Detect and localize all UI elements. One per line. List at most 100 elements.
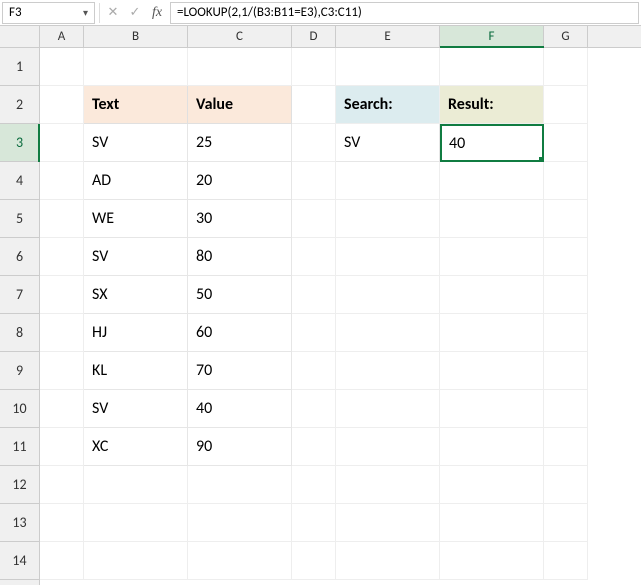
row-header-4[interactable]: 4 [0,162,39,200]
table-row-text[interactable]: XC [84,428,188,466]
cell-G3[interactable] [544,124,588,162]
cell-A3[interactable] [40,124,84,162]
cell-G2[interactable] [544,86,588,124]
cell-A11[interactable] [40,428,84,466]
search-value-cell[interactable]: SV [336,124,440,162]
cell-A1[interactable] [40,48,84,86]
cell-E14[interactable] [336,542,440,580]
row-header-2[interactable]: 2 [0,86,39,124]
cell-F13[interactable] [440,504,544,542]
cell-E6[interactable] [336,238,440,276]
cell-G4[interactable] [544,162,588,200]
cell-G12[interactable] [544,466,588,504]
name-box[interactable]: F3 [2,2,78,24]
row-header-14[interactable]: 14 [0,542,39,580]
cell-G9[interactable] [544,352,588,390]
cell-G10[interactable] [544,390,588,428]
table-header-value[interactable]: Value [188,86,292,124]
column-header-B[interactable]: B [84,26,188,47]
cell-A9[interactable] [40,352,84,390]
cell-G5[interactable] [544,200,588,238]
table-row-value[interactable]: 20 [188,162,292,200]
cell-G14[interactable] [544,542,588,580]
cell-A13[interactable] [40,504,84,542]
cell-B12[interactable] [84,466,188,504]
table-header-text[interactable]: Text [84,86,188,124]
cell-D6[interactable] [292,238,336,276]
column-header-C[interactable]: C [188,26,292,47]
cell-A14[interactable] [40,542,84,580]
cell-E13[interactable] [336,504,440,542]
cell-D11[interactable] [292,428,336,466]
fill-handle[interactable] [539,157,544,162]
cell-B1[interactable] [84,48,188,86]
cell-F14[interactable] [440,542,544,580]
cell-D7[interactable] [292,276,336,314]
row-header-7[interactable]: 7 [0,276,39,314]
cell-G1[interactable] [544,48,588,86]
cell-C14[interactable] [188,542,292,580]
row-header-8[interactable]: 8 [0,314,39,352]
table-row-value[interactable]: 50 [188,276,292,314]
cell-D4[interactable] [292,162,336,200]
cell-D8[interactable] [292,314,336,352]
cell-A5[interactable] [40,200,84,238]
column-header-E[interactable]: E [336,26,440,47]
column-header-A[interactable]: A [40,26,84,47]
cell-D14[interactable] [292,542,336,580]
row-header-13[interactable]: 13 [0,504,39,542]
insert-function-button[interactable]: fx [146,2,168,24]
row-header-1[interactable]: 1 [0,48,39,86]
table-row-value[interactable]: 40 [188,390,292,428]
cell-D12[interactable] [292,466,336,504]
spreadsheet-grid[interactable]: ABCDEFG 1234567891011121314 TextValueSV2… [0,26,641,585]
cell-F5[interactable] [440,200,544,238]
cell-G13[interactable] [544,504,588,542]
cell-F10[interactable] [440,390,544,428]
cell-area[interactable]: TextValueSV25AD20WE30SV80SX50HJ60KL70SV4… [40,48,641,585]
row-header-10[interactable]: 10 [0,390,39,428]
table-row-text[interactable]: AD [84,162,188,200]
table-row-value[interactable]: 60 [188,314,292,352]
table-row-value[interactable]: 90 [188,428,292,466]
column-header-G[interactable]: G [544,26,588,47]
cell-D13[interactable] [292,504,336,542]
cell-E1[interactable] [336,48,440,86]
table-row-text[interactable]: KL [84,352,188,390]
cell-D1[interactable] [292,48,336,86]
cell-A10[interactable] [40,390,84,428]
row-header-11[interactable]: 11 [0,428,39,466]
cell-B14[interactable] [84,542,188,580]
search-header[interactable]: Search: [336,86,440,124]
column-header-D[interactable]: D [292,26,336,47]
cell-F9[interactable] [440,352,544,390]
table-row-value[interactable]: 80 [188,238,292,276]
cell-C13[interactable] [188,504,292,542]
cell-G6[interactable] [544,238,588,276]
cell-E12[interactable] [336,466,440,504]
cell-E11[interactable] [336,428,440,466]
table-row-value[interactable]: 70 [188,352,292,390]
cell-E4[interactable] [336,162,440,200]
cell-D3[interactable] [292,124,336,162]
cell-E8[interactable] [336,314,440,352]
cell-F7[interactable] [440,276,544,314]
cell-D9[interactable] [292,352,336,390]
table-row-text[interactable]: HJ [84,314,188,352]
cell-G8[interactable] [544,314,588,352]
cell-F11[interactable] [440,428,544,466]
cell-A8[interactable] [40,314,84,352]
cell-E5[interactable] [336,200,440,238]
cell-A7[interactable] [40,276,84,314]
table-row-text[interactable]: SV [84,238,188,276]
result-header[interactable]: Result: [440,86,544,124]
table-row-text[interactable]: SX [84,276,188,314]
row-header-9[interactable]: 9 [0,352,39,390]
result-value-cell[interactable]: 40 [440,124,544,162]
cell-A2[interactable] [40,86,84,124]
cell-A4[interactable] [40,162,84,200]
row-header-6[interactable]: 6 [0,238,39,276]
cell-A6[interactable] [40,238,84,276]
cell-D5[interactable] [292,200,336,238]
table-row-value[interactable]: 25 [188,124,292,162]
